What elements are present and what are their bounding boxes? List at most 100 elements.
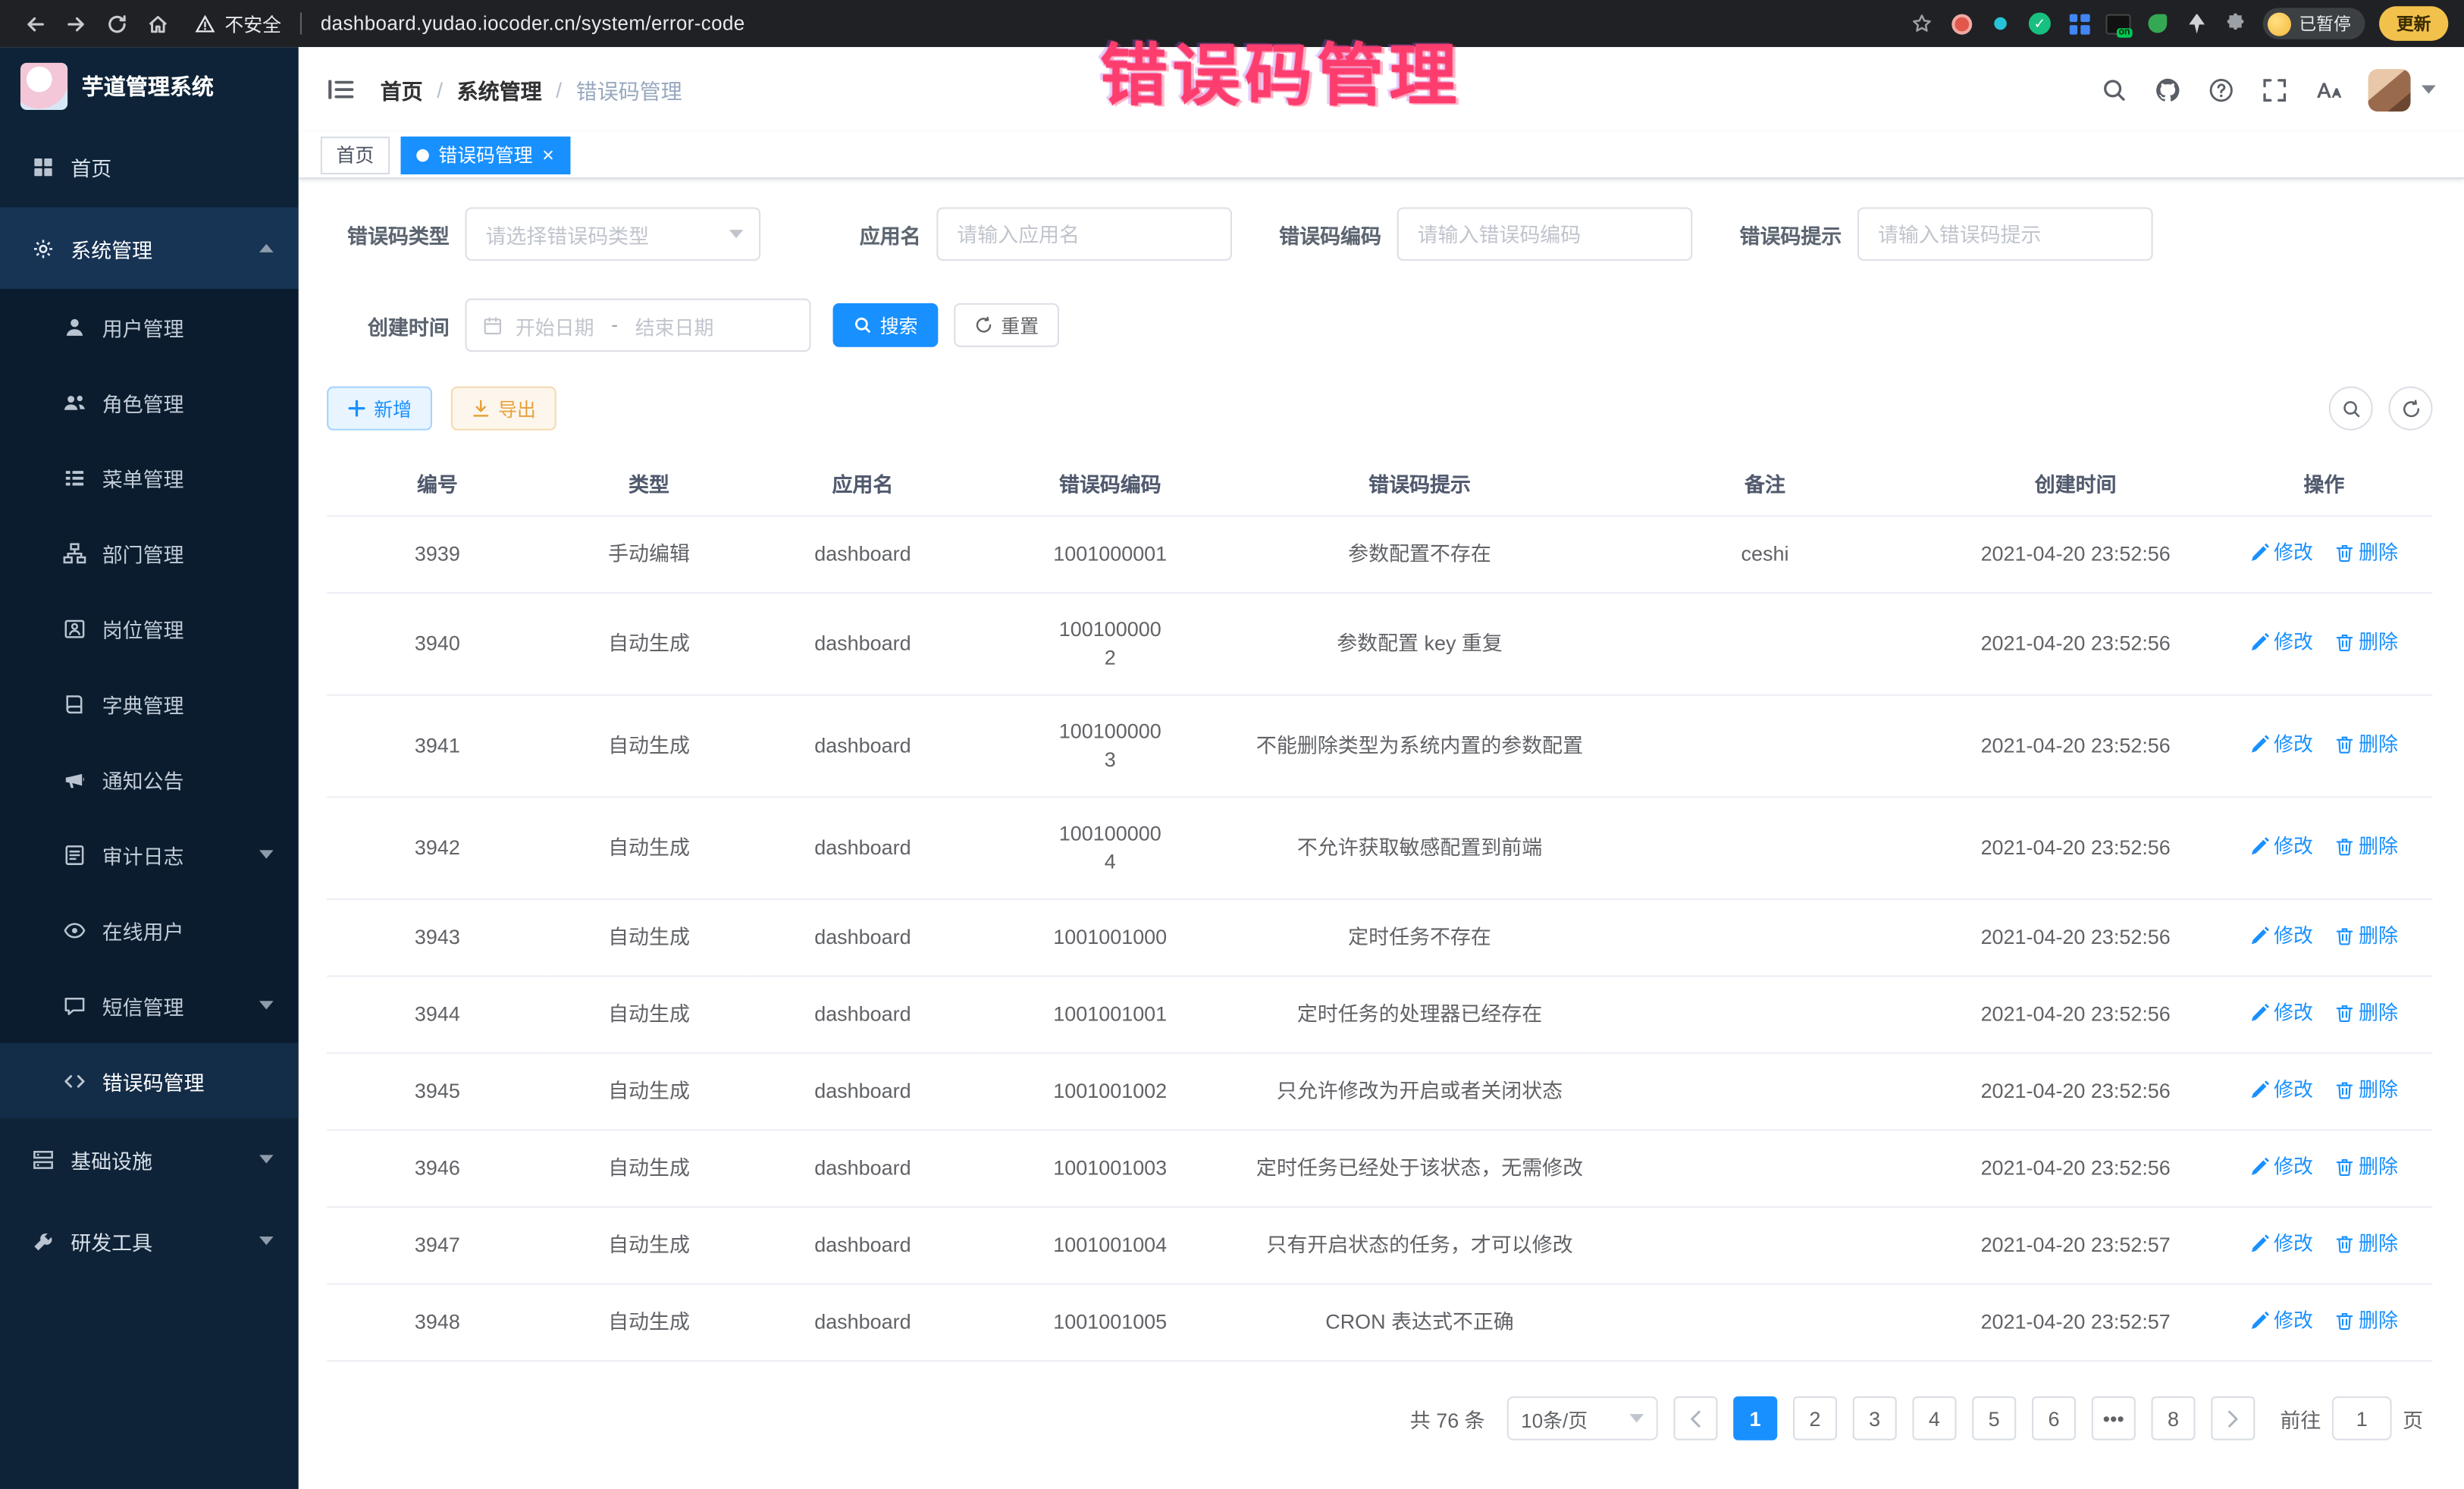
cell-time: 2021-04-20 23:52:56 bbox=[1936, 593, 2215, 695]
delete-link[interactable]: 删除 bbox=[2335, 999, 2398, 1027]
cell-remark bbox=[1594, 1053, 1936, 1130]
delete-link[interactable]: 删除 bbox=[2335, 629, 2398, 657]
dot-icon[interactable] bbox=[1988, 11, 2013, 36]
sidebar-subitem-9[interactable]: 短信管理 bbox=[0, 967, 299, 1042]
caret-down-icon bbox=[2422, 85, 2436, 94]
sidebar-subitem-7[interactable]: 审计日志 bbox=[0, 817, 299, 892]
sidebar-item-infrastructure[interactable]: 基础设施 bbox=[0, 1118, 299, 1200]
add-button[interactable]: 新增 bbox=[327, 387, 432, 431]
delete-link[interactable]: 删除 bbox=[2335, 730, 2398, 758]
cell-code: 1001001005 bbox=[975, 1284, 1245, 1362]
pager-page-button-6[interactable]: 6 bbox=[2032, 1397, 2076, 1440]
forward-icon[interactable] bbox=[57, 6, 95, 41]
search-toggle-button[interactable] bbox=[2329, 387, 2373, 431]
tab-error-code[interactable]: 错误码管理 × bbox=[401, 136, 570, 174]
pager-page-button-1[interactable]: 1 bbox=[1733, 1397, 1777, 1440]
trash-icon bbox=[2335, 735, 2354, 754]
search-icon[interactable] bbox=[2101, 76, 2127, 102]
on-badge-icon[interactable]: on bbox=[2105, 11, 2130, 36]
check-circle-icon[interactable]: ✓ bbox=[2027, 11, 2052, 36]
edit-link[interactable]: 修改 bbox=[2250, 1153, 2313, 1181]
hamburger-icon[interactable] bbox=[327, 77, 355, 102]
sidebar-subitem-0[interactable]: 用户管理 bbox=[0, 289, 299, 364]
breadcrumb-home[interactable]: 首页 bbox=[381, 74, 423, 105]
edit-link[interactable]: 修改 bbox=[2250, 999, 2313, 1027]
security-chip[interactable]: 不安全 bbox=[195, 10, 281, 36]
pencil-icon bbox=[2250, 1312, 2269, 1331]
type-select[interactable]: 请选择错误码类型 bbox=[466, 207, 761, 260]
date-range-picker[interactable]: 开始日期 - 结束日期 bbox=[466, 299, 811, 352]
sidebar-subitem-2[interactable]: 菜单管理 bbox=[0, 440, 299, 515]
close-icon[interactable]: × bbox=[542, 145, 554, 165]
tab-home[interactable]: 首页 bbox=[321, 136, 390, 174]
pager-page-button-3[interactable]: 3 bbox=[1853, 1397, 1897, 1440]
back-icon[interactable] bbox=[16, 6, 54, 41]
sidebar-item-label: 通知公告 bbox=[102, 764, 184, 794]
puzzle-icon[interactable] bbox=[2224, 11, 2249, 36]
pager-page-button-5[interactable]: 5 bbox=[1972, 1397, 2016, 1440]
pin-icon[interactable] bbox=[2184, 11, 2209, 36]
sidebar-subitem-8[interactable]: 在线用户 bbox=[0, 892, 299, 967]
pager-page-button-2[interactable]: 2 bbox=[1793, 1397, 1837, 1440]
edit-link[interactable]: 修改 bbox=[2250, 922, 2313, 950]
github-icon[interactable] bbox=[2155, 76, 2181, 102]
font-size-icon[interactable] bbox=[2315, 76, 2341, 102]
edit-link-label: 修改 bbox=[2274, 730, 2313, 758]
sidebar-subitem-10[interactable]: 错误码管理 bbox=[0, 1043, 299, 1118]
reset-button[interactable]: 重置 bbox=[954, 303, 1059, 347]
pager-page-button-4[interactable]: 4 bbox=[1912, 1397, 1956, 1440]
edit-link[interactable]: 修改 bbox=[2250, 1230, 2313, 1258]
search-button[interactable]: 搜索 bbox=[833, 303, 939, 347]
grid-icon[interactable] bbox=[2067, 11, 2092, 36]
pencil-icon bbox=[2250, 735, 2269, 754]
sidebar-item-system[interactable]: 系统管理 bbox=[0, 207, 299, 289]
leaf-icon[interactable] bbox=[2145, 11, 2170, 36]
profile-chip[interactable]: 已暂停 bbox=[2263, 8, 2365, 39]
sidebar-item-devtools[interactable]: 研发工具 bbox=[0, 1200, 299, 1282]
edit-link[interactable]: 修改 bbox=[2250, 1307, 2313, 1335]
url-text[interactable]: dashboard.yudao.iocoder.cn/system/error-… bbox=[321, 13, 745, 35]
help-icon[interactable] bbox=[2208, 76, 2234, 102]
edit-link[interactable]: 修改 bbox=[2250, 730, 2313, 758]
next-page-button[interactable] bbox=[2211, 1397, 2255, 1440]
sidebar-subitem-6[interactable]: 通知公告 bbox=[0, 741, 299, 817]
sidebar-subitem-4[interactable]: 岗位管理 bbox=[0, 591, 299, 666]
app-name-input[interactable] bbox=[936, 207, 1232, 260]
sidebar-subitem-5[interactable]: 字典管理 bbox=[0, 666, 299, 741]
cell-actions: 修改删除 bbox=[2215, 1053, 2432, 1130]
delete-link[interactable]: 删除 bbox=[2335, 1153, 2398, 1181]
reload-icon[interactable] bbox=[98, 6, 136, 41]
delete-link[interactable]: 删除 bbox=[2335, 922, 2398, 950]
sidebar-subitem-1[interactable]: 角色管理 bbox=[0, 365, 299, 440]
delete-link[interactable]: 删除 bbox=[2335, 1230, 2398, 1258]
update-button[interactable]: 更新 bbox=[2379, 6, 2448, 41]
export-button[interactable]: 导出 bbox=[451, 387, 556, 431]
edit-link[interactable]: 修改 bbox=[2250, 832, 2313, 860]
edit-link[interactable]: 修改 bbox=[2250, 629, 2313, 657]
error-hint-input[interactable] bbox=[1857, 207, 2153, 260]
error-code-input[interactable] bbox=[1397, 207, 1693, 260]
breadcrumb-system[interactable]: 系统管理 bbox=[457, 74, 542, 105]
goto-page-input[interactable] bbox=[2332, 1397, 2392, 1440]
sidebar-item-home[interactable]: 首页 bbox=[0, 126, 299, 208]
sidebar-subitem-3[interactable]: 部门管理 bbox=[0, 516, 299, 591]
edit-link-label: 修改 bbox=[2274, 1230, 2313, 1258]
pager-page-button-8[interactable]: 8 bbox=[2151, 1397, 2195, 1440]
edit-link[interactable]: 修改 bbox=[2250, 539, 2313, 567]
delete-link[interactable]: 删除 bbox=[2335, 832, 2398, 860]
page-size-select[interactable]: 10条/页 bbox=[1507, 1397, 1658, 1440]
prev-page-button[interactable] bbox=[1673, 1397, 1717, 1440]
delete-link[interactable]: 删除 bbox=[2335, 539, 2398, 567]
delete-link[interactable]: 删除 bbox=[2335, 1076, 2398, 1104]
pager-more-button[interactable]: ••• bbox=[2092, 1397, 2136, 1440]
total-count: 共 76 条 bbox=[1410, 1403, 1485, 1433]
refresh-button[interactable] bbox=[2389, 387, 2433, 431]
home-icon[interactable] bbox=[138, 6, 176, 41]
target-icon[interactable] bbox=[1948, 11, 1973, 36]
fullscreen-icon[interactable] bbox=[2262, 76, 2288, 102]
user-menu[interactable] bbox=[2368, 68, 2436, 111]
edit-link[interactable]: 修改 bbox=[2250, 1076, 2313, 1104]
delete-link[interactable]: 删除 bbox=[2335, 1307, 2398, 1335]
bookmark-star-icon[interactable] bbox=[1909, 11, 1934, 36]
logo[interactable]: 芋道管理系统 bbox=[0, 47, 299, 126]
